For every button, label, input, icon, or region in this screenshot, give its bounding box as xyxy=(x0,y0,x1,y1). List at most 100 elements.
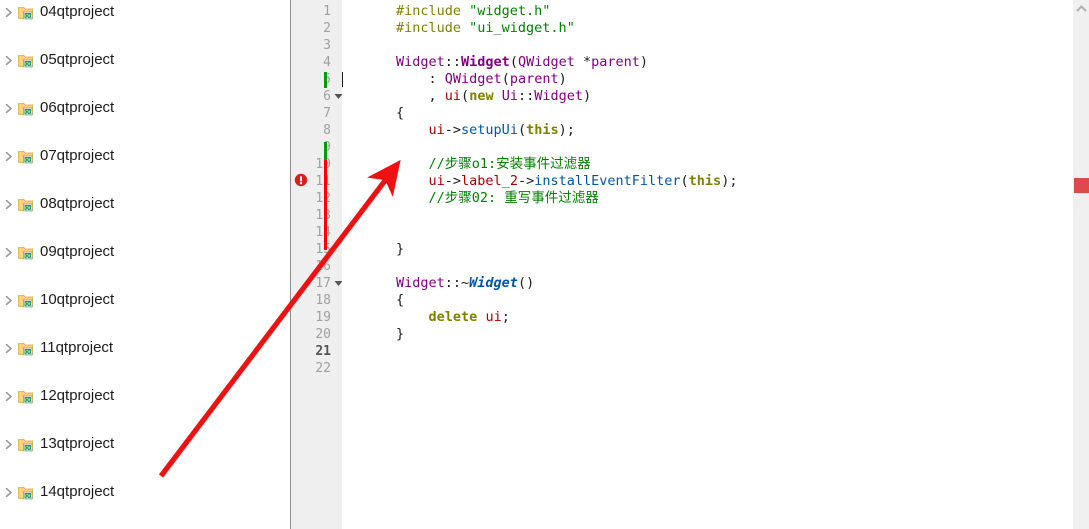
chevron-right-icon[interactable] xyxy=(0,48,16,72)
code-token: #include xyxy=(396,20,470,36)
code-line[interactable]: ui->setupUi(this); xyxy=(396,122,575,139)
code-token: delete xyxy=(428,309,478,325)
qt-project-folder-icon: Qt xyxy=(16,96,36,120)
code-token: * xyxy=(574,54,592,70)
code-line[interactable]: , ui(new Ui::Widget) xyxy=(396,88,592,105)
chevron-right-icon[interactable] xyxy=(0,432,16,456)
code-token: ( xyxy=(509,54,518,70)
code-token: ( xyxy=(517,122,527,138)
chevron-up-icon[interactable] xyxy=(1073,0,1089,16)
tree-item-09qtproject[interactable]: Qt 09qtproject xyxy=(0,240,290,264)
code-token: Widget xyxy=(461,54,510,70)
tree-item-10qtproject[interactable]: Qt 10qtproject xyxy=(0,288,290,312)
code-token: -> xyxy=(444,122,462,138)
tree-item-label: 04qtproject xyxy=(40,3,115,20)
qt-project-folder-icon: Qt xyxy=(16,384,36,408)
code-line[interactable]: { xyxy=(396,292,404,309)
code-line[interactable]: } xyxy=(396,326,404,343)
change-bar-green xyxy=(324,72,327,88)
qt-project-folder-icon: Qt xyxy=(16,192,36,216)
code-token: ; xyxy=(501,309,510,325)
code-line[interactable]: { xyxy=(396,105,404,122)
code-token: label_2 xyxy=(461,173,518,189)
tree-item-08qtproject[interactable]: Qt 08qtproject xyxy=(0,192,290,216)
tree-item-label: 14qtproject xyxy=(40,483,115,500)
code-line[interactable]: delete ui; xyxy=(396,309,510,326)
tree-item-05qtproject[interactable]: Qt 05qtproject xyxy=(0,48,290,72)
code-editor[interactable]: 12345678910111213141516171819202122 #inc… xyxy=(291,0,1089,529)
tree-item-11qtproject[interactable]: Qt 11qtproject xyxy=(0,336,290,360)
tree-item-06qtproject[interactable]: Qt 06qtproject xyxy=(0,96,290,120)
code-token: ); xyxy=(558,122,575,138)
svg-text:Qt: Qt xyxy=(25,493,30,499)
tree-item-label: 10qtproject xyxy=(40,291,115,308)
svg-text:Qt: Qt xyxy=(25,445,30,451)
tree-item-13qtproject[interactable]: Qt 13qtproject xyxy=(0,432,290,456)
line-number: 2 xyxy=(323,21,331,36)
code-token: QWidget xyxy=(517,54,575,70)
tree-item-14qtproject[interactable]: Qt 14qtproject xyxy=(0,480,290,504)
code-token: ) xyxy=(639,54,649,70)
code-line[interactable]: Widget::Widget(QWidget *parent) xyxy=(396,54,648,71)
code-line[interactable]: Widget::~Widget() xyxy=(396,275,534,292)
svg-text:Qt: Qt xyxy=(25,61,30,67)
qt-project-folder-icon: Qt xyxy=(16,48,36,72)
qt-project-folder-icon: Qt xyxy=(16,240,36,264)
svg-text:Qt: Qt xyxy=(25,109,30,115)
editor-vertical-scrollbar[interactable] xyxy=(1073,0,1089,529)
project-tree-sidebar[interactable]: Qt 04qtproject Qt 05qtproject Qt 06qtproject Q… xyxy=(0,0,291,529)
tree-item-04qtproject[interactable]: Qt 04qtproject xyxy=(0,0,290,24)
code-line[interactable]: #include "ui_widget.h" xyxy=(396,20,575,37)
code-line[interactable]: //步骤o1:安装事件过滤器 xyxy=(396,156,591,173)
chevron-right-icon[interactable] xyxy=(0,240,16,264)
tree-item-07qtproject[interactable]: Qt 07qtproject xyxy=(0,144,290,168)
tree-item-label: 13qtproject xyxy=(40,435,115,452)
chevron-right-icon[interactable] xyxy=(0,480,16,504)
code-token: : xyxy=(396,71,445,87)
tree-item-label: 05qtproject xyxy=(40,51,115,68)
code-token: #include xyxy=(396,3,470,19)
code-token: "ui_widget.h" xyxy=(469,20,575,36)
code-line[interactable]: } xyxy=(396,241,404,258)
line-number: 7 xyxy=(323,106,331,121)
line-number: 21 xyxy=(315,344,331,359)
editor-gutter[interactable]: 12345678910111213141516171819202122 xyxy=(291,0,343,529)
error-marker-icon[interactable] xyxy=(294,173,308,187)
code-line[interactable]: //步骤02: 重写事件过滤器 xyxy=(396,190,599,207)
code-token: , xyxy=(396,88,445,104)
qt-project-folder-icon: Qt xyxy=(16,0,36,24)
chevron-right-icon[interactable] xyxy=(0,144,16,168)
code-token: ui xyxy=(485,309,502,325)
code-token: QWidget xyxy=(444,71,502,87)
tree-item-12qtproject[interactable]: Qt 12qtproject xyxy=(0,384,290,408)
code-token: parent xyxy=(591,54,640,70)
chevron-right-icon[interactable] xyxy=(0,288,16,312)
line-number: 1 xyxy=(323,4,331,19)
chevron-right-icon[interactable] xyxy=(0,96,16,120)
line-number: 3 xyxy=(323,38,331,53)
code-line[interactable]: ui->label_2->installEventFilter(this); xyxy=(396,173,738,190)
code-token: ) xyxy=(583,88,592,104)
qt-project-folder-icon: Qt xyxy=(16,288,36,312)
line-number: 22 xyxy=(315,361,331,376)
code-token: { xyxy=(396,105,405,121)
code-token: Widget xyxy=(534,88,584,104)
chevron-right-icon[interactable] xyxy=(0,336,16,360)
qt-project-folder-icon: Qt xyxy=(16,336,36,360)
text-cursor xyxy=(342,72,343,87)
chevron-right-icon[interactable] xyxy=(0,192,16,216)
scrollbar-error-marker[interactable] xyxy=(1074,178,1089,193)
chevron-right-icon[interactable] xyxy=(0,384,16,408)
editor-code-area[interactable]: #include "widget.h" #include "ui_widget.h… xyxy=(342,0,1089,529)
code-token: ui xyxy=(444,88,462,104)
qt-project-folder-icon: Qt xyxy=(16,144,36,168)
code-line[interactable]: : QWidget(parent) xyxy=(396,71,567,88)
code-token: ( xyxy=(501,71,510,87)
line-number: 18 xyxy=(315,293,331,308)
chevron-right-icon[interactable] xyxy=(0,0,16,24)
tree-item-label: 07qtproject xyxy=(40,147,115,164)
code-line[interactable]: #include "widget.h" xyxy=(396,3,550,20)
code-token: new xyxy=(469,88,494,104)
code-token: Widget xyxy=(396,54,445,70)
